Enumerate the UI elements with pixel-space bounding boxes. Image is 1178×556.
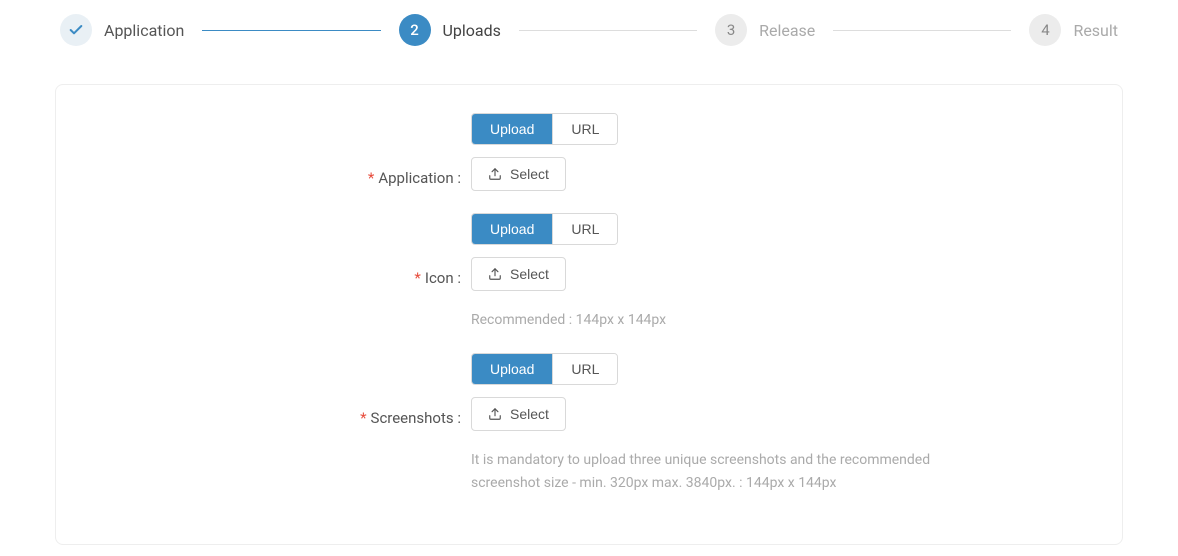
- check-icon: [60, 14, 92, 46]
- application-url-tab[interactable]: URL: [552, 114, 617, 144]
- application-controls: Upload URL Select: [471, 113, 1082, 191]
- step-label-application: Application: [104, 21, 184, 40]
- screenshots-controls: Upload URL Select It is mandatory to upl…: [471, 353, 1082, 494]
- icon-controls: Upload URL Select Recommended : 144px x …: [471, 213, 1082, 331]
- icon-upload-tab[interactable]: Upload: [472, 214, 552, 244]
- screenshots-select-button[interactable]: Select: [471, 397, 566, 431]
- icon-toggle: Upload URL: [471, 213, 618, 245]
- step-label-uploads: Uploads: [443, 21, 501, 40]
- required-mark: *: [414, 269, 420, 287]
- screenshots-label: *Screenshots :: [96, 353, 471, 427]
- upload-icon: [488, 407, 502, 421]
- step-number: 3: [715, 14, 747, 46]
- required-mark: *: [368, 169, 374, 187]
- application-label: *Application :: [96, 113, 471, 187]
- connector: [519, 30, 697, 31]
- step-result[interactable]: 4 Result: [1029, 14, 1118, 46]
- upload-icon: [488, 167, 502, 181]
- required-mark: *: [360, 409, 366, 427]
- icon-url-tab[interactable]: URL: [552, 214, 617, 244]
- application-toggle: Upload URL: [471, 113, 618, 145]
- application-upload-tab[interactable]: Upload: [472, 114, 552, 144]
- step-number: 2: [399, 14, 431, 46]
- step-application[interactable]: Application: [60, 14, 184, 46]
- step-release[interactable]: 3 Release: [715, 14, 815, 46]
- connector: [833, 30, 1011, 31]
- icon-label: *Icon :: [96, 213, 471, 287]
- upload-icon: [488, 267, 502, 281]
- step-number: 4: [1029, 14, 1061, 46]
- connector: [202, 30, 380, 31]
- screenshots-url-tab[interactable]: URL: [552, 354, 617, 384]
- application-row: *Application : Upload URL Select: [96, 113, 1082, 191]
- icon-hint: Recommended : 144px x 144px: [471, 309, 931, 331]
- stepper: Application 2 Uploads 3 Release 4 Result: [0, 0, 1178, 60]
- icon-select-button[interactable]: Select: [471, 257, 566, 291]
- screenshots-toggle: Upload URL: [471, 353, 618, 385]
- application-select-button[interactable]: Select: [471, 157, 566, 191]
- step-uploads[interactable]: 2 Uploads: [399, 14, 501, 46]
- screenshots-upload-tab[interactable]: Upload: [472, 354, 552, 384]
- screenshots-hint: It is mandatory to upload three unique s…: [471, 449, 931, 494]
- form-panel: *Application : Upload URL Select *Icon :…: [55, 84, 1123, 545]
- step-label-result: Result: [1073, 21, 1118, 40]
- icon-row: *Icon : Upload URL Select Recommended : …: [96, 213, 1082, 331]
- step-label-release: Release: [759, 21, 815, 40]
- screenshots-row: *Screenshots : Upload URL Select It is m…: [96, 353, 1082, 494]
